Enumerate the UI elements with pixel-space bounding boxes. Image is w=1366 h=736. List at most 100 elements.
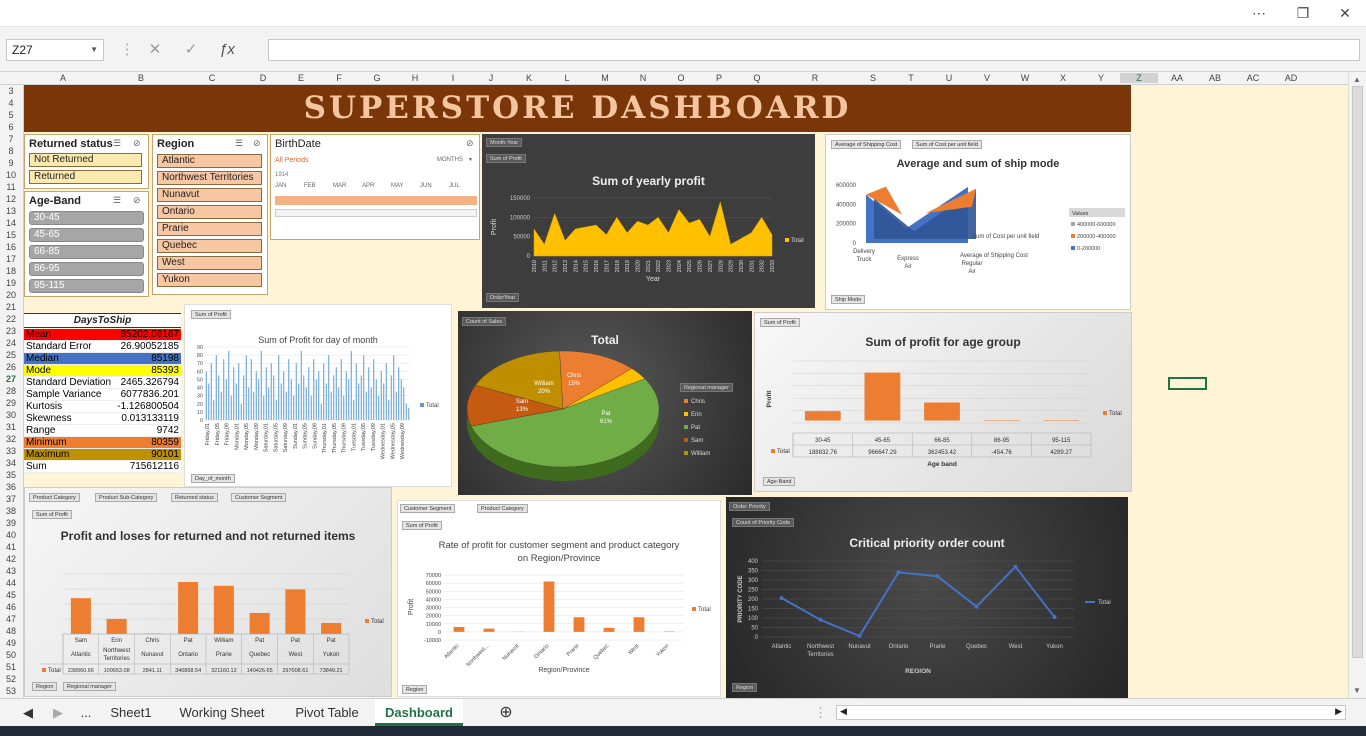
multiselect-icon[interactable]: ☰ [235, 138, 243, 149]
slicer-item-region[interactable]: Ontario [157, 205, 262, 219]
row-header[interactable]: 22 [0, 314, 22, 324]
column-header[interactable]: G [358, 73, 396, 83]
chart-segment[interactable]: Customer Segment Product Category Sum of… [397, 500, 721, 697]
column-header[interactable]: E [282, 73, 320, 83]
slicer-item-age-band[interactable]: 30-45 [29, 211, 144, 225]
column-header[interactable]: P [700, 73, 738, 83]
row-header[interactable]: 45 [0, 590, 22, 600]
slicer-item-region[interactable]: Northwest Territories [157, 171, 262, 185]
row-header[interactable]: 34 [0, 458, 22, 468]
row-header[interactable]: 29 [0, 398, 22, 408]
row-header[interactable]: 40 [0, 530, 22, 540]
column-header[interactable]: Q [738, 73, 776, 83]
row-header[interactable]: 21 [0, 302, 22, 312]
slicer-item-region[interactable]: Prarie [157, 222, 262, 236]
dashboard-sheet[interactable]: SUPERSTORE DASHBOARD Returned status ☰ ⊘… [24, 85, 1348, 698]
insert-function-icon[interactable]: ƒx [216, 39, 238, 61]
column-header[interactable]: I [434, 73, 472, 83]
row-header[interactable]: 48 [0, 626, 22, 636]
slicer-item-region[interactable]: Yukon [157, 273, 262, 287]
chevron-down-icon[interactable]: ▼ [90, 40, 98, 60]
slicer-item-age-band[interactable]: 66-85 [29, 245, 144, 259]
timeline-unit[interactable]: MONTHS [437, 157, 463, 163]
column-header[interactable]: X [1044, 73, 1082, 83]
multiselect-icon[interactable]: ☰ [113, 138, 121, 149]
column-header[interactable]: M [586, 73, 624, 83]
row-header[interactable]: 14 [0, 218, 22, 228]
prev-sheet-icon[interactable]: ◀ [18, 699, 38, 726]
scroll-right-icon[interactable]: ▶ [1335, 706, 1342, 717]
column-header[interactable]: AC [1234, 73, 1272, 83]
column-header[interactable]: U [930, 73, 968, 83]
slicer-item-age-band[interactable]: 86-95 [29, 262, 144, 276]
column-header[interactable]: Y [1082, 73, 1120, 83]
column-header[interactable]: O [662, 73, 700, 83]
column-header[interactable]: V [968, 73, 1006, 83]
enter-icon[interactable]: ✓ [180, 39, 202, 61]
row-header[interactable]: 33 [0, 446, 22, 456]
horizontal-scrollbar[interactable]: ◀ ▶ [836, 705, 1346, 720]
row-header[interactable]: 27 [0, 374, 22, 384]
column-header[interactable]: AA [1158, 73, 1196, 83]
scroll-left-icon[interactable]: ◀ [840, 706, 847, 717]
row-header[interactable]: 53 [0, 686, 22, 696]
tab-pivot-table[interactable]: Pivot Table [284, 699, 370, 726]
cancel-icon[interactable]: ✕ [144, 39, 166, 61]
slicer-item-age-band[interactable]: 95-115 [29, 279, 144, 293]
tab-sheet1[interactable]: Sheet1 [102, 699, 160, 726]
row-header[interactable]: 15 [0, 230, 22, 240]
tab-dashboard[interactable]: Dashboard [375, 699, 463, 726]
formula-input[interactable] [268, 39, 1360, 61]
row-header[interactable]: 31 [0, 422, 22, 432]
row-header[interactable]: 36 [0, 482, 22, 492]
scroll-up-icon[interactable]: ▲ [1353, 75, 1361, 84]
row-header[interactable]: 43 [0, 566, 22, 576]
row-header[interactable]: 51 [0, 662, 22, 672]
add-sheet-icon[interactable]: ⊕ [494, 699, 518, 726]
slicer-item-region[interactable]: Atlantic [157, 154, 262, 168]
scroll-down-icon[interactable]: ▼ [1353, 686, 1361, 695]
row-header[interactable]: 42 [0, 554, 22, 564]
row-header[interactable]: 8 [0, 146, 22, 156]
row-header[interactable]: 25 [0, 350, 22, 360]
column-header[interactable]: T [892, 73, 930, 83]
column-header[interactable]: F [320, 73, 358, 83]
clear-filter-icon[interactable]: ⊘ [253, 138, 261, 149]
slicer-item-age-band[interactable]: 45-65 [29, 228, 144, 242]
column-header[interactable]: D [244, 73, 282, 83]
column-header[interactable]: B [102, 73, 180, 83]
row-header[interactable]: 47 [0, 614, 22, 624]
column-header[interactable]: AB [1196, 73, 1234, 83]
next-sheet-icon[interactable]: ▶ [48, 699, 68, 726]
column-header[interactable]: A [24, 73, 102, 83]
restore-icon[interactable]: ❐ [1293, 4, 1313, 22]
ellipsis-icon[interactable]: ⋯ [1249, 4, 1269, 22]
row-header[interactable]: 38 [0, 506, 22, 516]
column-header[interactable]: W [1006, 73, 1044, 83]
row-header[interactable]: 16 [0, 242, 22, 252]
timeline-bar[interactable] [275, 196, 477, 205]
splitter-icon[interactable]: ⋮ [814, 699, 827, 726]
row-header[interactable]: 7 [0, 134, 22, 144]
more-sheets[interactable]: ... [72, 699, 100, 726]
row-header[interactable]: 37 [0, 494, 22, 504]
column-header[interactable]: AD [1272, 73, 1310, 83]
vertical-scrollbar[interactable]: ▲ ▼ [1348, 72, 1366, 698]
row-header[interactable]: 41 [0, 542, 22, 552]
chevron-down-icon[interactable]: ▾ [469, 156, 472, 163]
column-header[interactable]: L [548, 73, 586, 83]
column-header[interactable]: R [776, 73, 854, 83]
slicer-item-not-returned[interactable]: Not Returned [29, 153, 142, 167]
row-header[interactable]: 4 [0, 98, 22, 108]
row-header[interactable]: 46 [0, 602, 22, 612]
row-header[interactable]: 12 [0, 194, 22, 204]
timeline-scrollbar[interactable] [275, 209, 477, 217]
row-header[interactable]: 44 [0, 578, 22, 588]
column-header[interactable]: N [624, 73, 662, 83]
row-header[interactable]: 39 [0, 518, 22, 528]
row-header[interactable]: 17 [0, 254, 22, 264]
row-header[interactable]: 13 [0, 206, 22, 216]
row-header[interactable]: 30 [0, 410, 22, 420]
row-header[interactable]: 26 [0, 362, 22, 372]
row-header[interactable]: 9 [0, 158, 22, 168]
